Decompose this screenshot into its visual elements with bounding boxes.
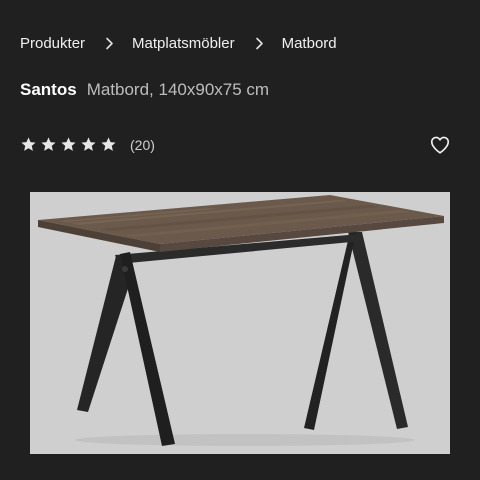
favorite-button[interactable]: [429, 134, 451, 156]
star-icon: [20, 136, 37, 153]
star-icon: [40, 136, 57, 153]
star-icon: [60, 136, 77, 153]
breadcrumb: Produkter Matplatsmöbler Matbord: [20, 35, 337, 52]
breadcrumb-item-produkter[interactable]: Produkter: [20, 35, 85, 52]
chevron-right-icon: [102, 36, 117, 51]
product-name: Santos: [20, 80, 77, 99]
chevron-right-icon: [252, 36, 267, 51]
product-title-row: Santos Matbord, 140x90x75 cm: [20, 80, 269, 100]
table-illustration: [30, 192, 450, 454]
product-page: Produkter Matplatsmöbler Matbord Santos …: [0, 0, 480, 480]
product-image[interactable]: [30, 192, 450, 454]
breadcrumb-item-matbord[interactable]: Matbord: [282, 35, 337, 52]
product-rating[interactable]: (20): [20, 136, 155, 153]
star-icon: [100, 136, 117, 153]
star-icon: [80, 136, 97, 153]
breadcrumb-item-matplatsmobler[interactable]: Matplatsmöbler: [132, 35, 235, 52]
review-count[interactable]: (20): [130, 137, 155, 153]
heart-outline-icon: [430, 136, 450, 154]
product-description: Matbord, 140x90x75 cm: [86, 80, 270, 99]
